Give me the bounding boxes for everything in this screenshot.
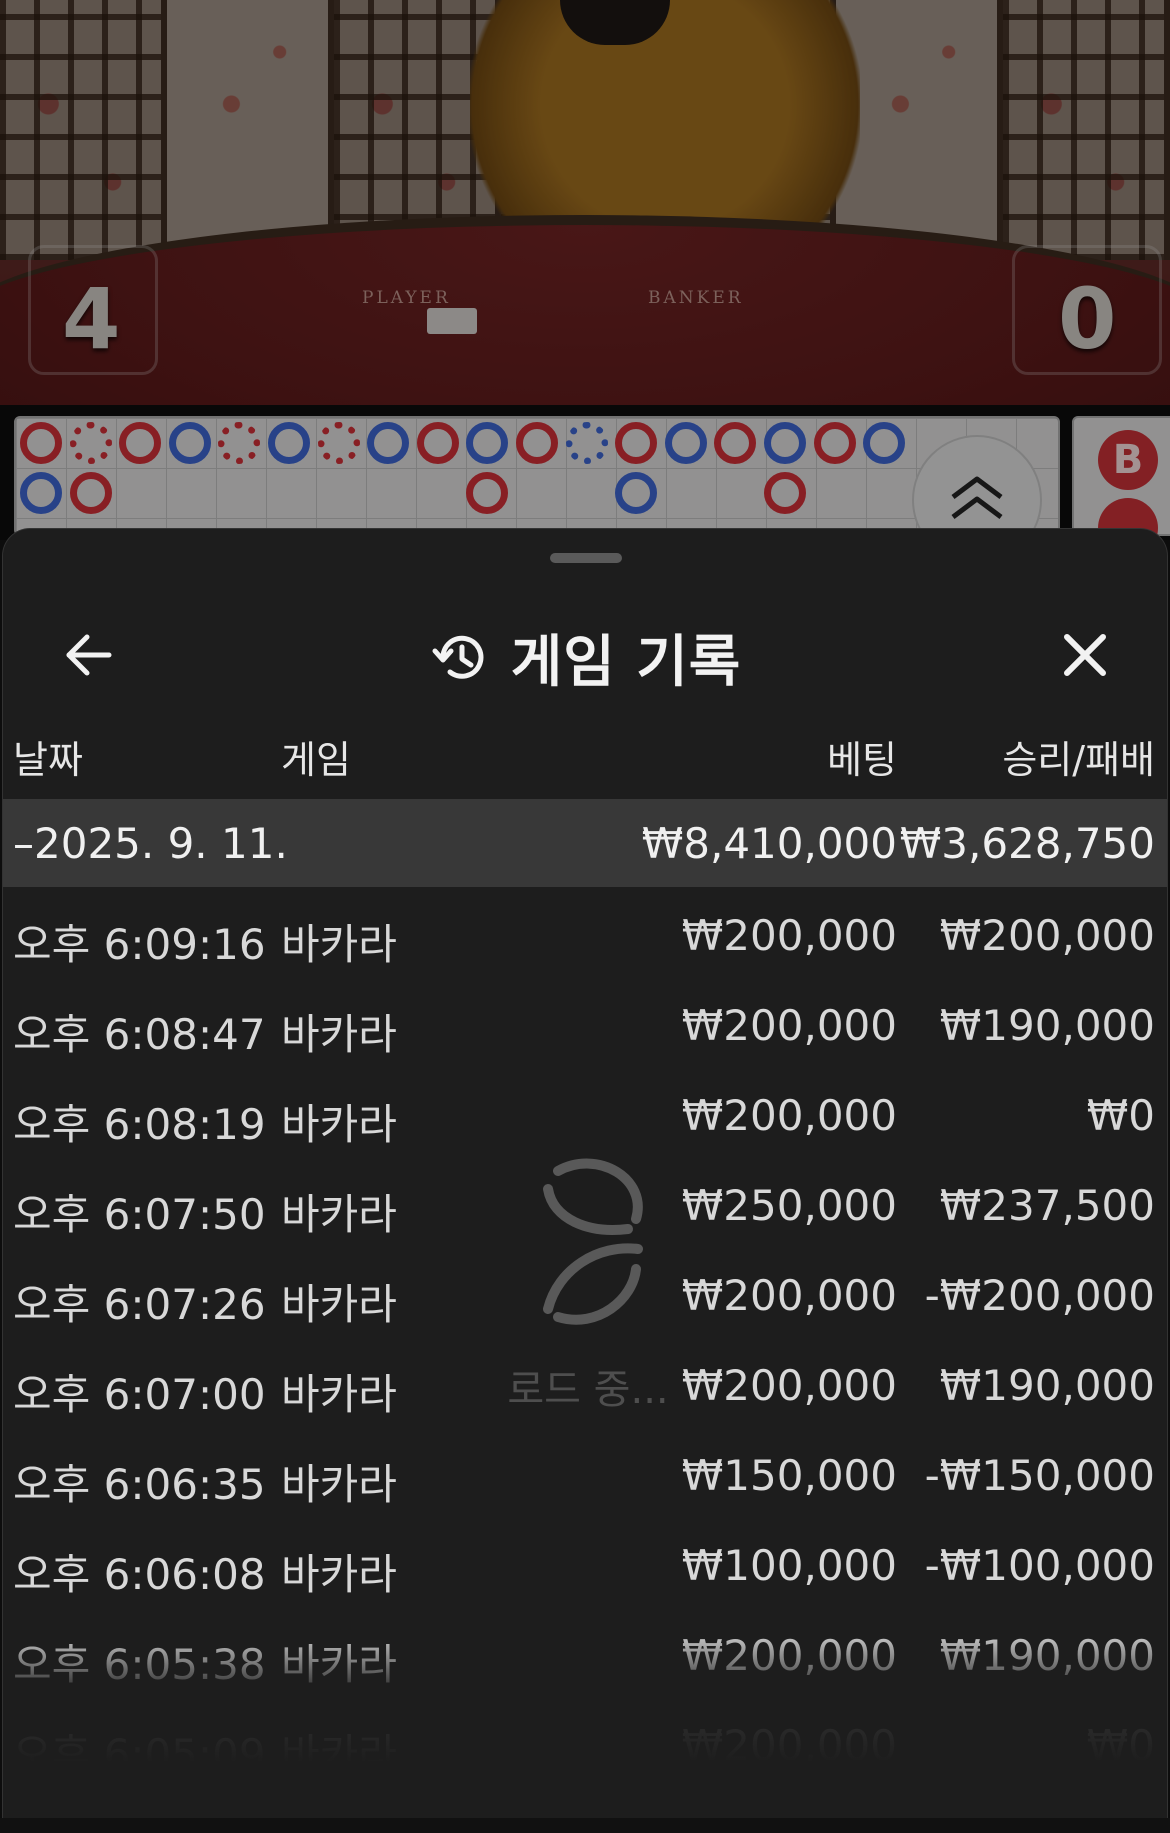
row-game: 바카라 (281, 1280, 397, 1329)
table-row[interactable]: 오후 6:06:08 바카라 ₩100,000 -₩100,000 (3, 1517, 1167, 1607)
bead (168, 422, 211, 464)
row-bet: ₩150,000 (681, 1451, 897, 1500)
row-time: 오후 6:07:00 (13, 1370, 266, 1419)
bead (119, 422, 162, 464)
row-time: 오후 6:06:35 (13, 1460, 266, 1509)
row-game: 바카라 (281, 1460, 397, 1509)
row-game: 바카라 (281, 920, 397, 969)
bead (813, 422, 856, 464)
bead (466, 422, 509, 464)
bead (268, 422, 310, 464)
row-win-loss: ₩237,500 (939, 1181, 1155, 1230)
row-time: 오후 6:07:50 (13, 1190, 266, 1239)
drag-handle[interactable] (550, 553, 622, 563)
sheet-header: 게임 기록 (3, 589, 1167, 719)
table-row[interactable]: 오후 6:08:47 바카라 ₩200,000 ₩190,000 (3, 977, 1167, 1067)
row-win-loss: ₩190,000 (939, 1361, 1155, 1410)
row-time: 오후 6:07:26 (13, 1280, 266, 1329)
table-row[interactable]: 오후 6:09:16 바카라 ₩200,000 ₩200,000 (3, 887, 1167, 977)
player-score: 4 (62, 270, 121, 368)
history-icon (432, 635, 484, 679)
bead (69, 422, 112, 464)
row-game: 바카라 (281, 1190, 397, 1239)
bead (764, 422, 806, 464)
live-video: PLAYER BANKER 4 0 (0, 0, 1170, 405)
loading-indicator: 로드 중... (483, 1149, 693, 1439)
bead (714, 422, 757, 464)
row-win-loss: ₩0 (1086, 1091, 1155, 1140)
summary-win-loss-total: ₩3,628,750 (899, 819, 1155, 868)
bottom-bar (0, 1818, 1170, 1833)
table-row[interactable]: 오후 6:06:35 바카라 ₩150,000 -₩150,000 (3, 1427, 1167, 1517)
banker-label: BANKER (648, 288, 744, 308)
screen-panel (1002, 0, 1170, 260)
double-chevron-up-icon (951, 476, 1003, 519)
row-time: 오후 6:06:08 (13, 1550, 266, 1599)
bead (466, 472, 509, 514)
screen-panel (835, 0, 1003, 260)
row-bet: ₩200,000 (681, 1091, 897, 1140)
row-bet: ₩200,000 (681, 1001, 897, 1050)
player-label: PLAYER (362, 288, 451, 308)
row-win-loss: -₩200,000 (924, 1271, 1155, 1320)
baccarat-table (0, 215, 1170, 405)
row-win-loss: ₩200,000 (939, 911, 1155, 960)
column-win-loss: 승리/패배 (1002, 738, 1155, 782)
close-button[interactable] (1049, 619, 1121, 691)
app-root: PLAYER BANKER 4 0 B 게임 기록 날짜 게임 베팅 승리/패배… (0, 0, 1170, 1833)
screen-panel (167, 0, 335, 260)
column-bet: 베팅 (827, 738, 897, 782)
game-history-sheet: 게임 기록 날짜 게임 베팅 승리/패배 –2025. 9. 11. ₩8,41… (2, 528, 1168, 1818)
bead (764, 472, 806, 514)
row-bet: ₩100,000 (681, 1541, 897, 1590)
sheet-title-group: 게임 기록 (3, 617, 1167, 698)
row-time: 오후 6:08:19 (13, 1100, 266, 1149)
screen-panel (0, 0, 168, 260)
table-card (427, 308, 477, 334)
bead (416, 422, 459, 464)
banker-chip: B (1098, 430, 1158, 490)
spinner-icon (543, 1158, 643, 1325)
bead (218, 422, 261, 464)
row-bet: ₩250,000 (681, 1181, 897, 1230)
bead-road[interactable] (14, 416, 1060, 536)
summary-date: –2025. 9. 11. (13, 819, 288, 868)
sheet-title: 게임 기록 (510, 630, 742, 695)
row-time: 오후 6:09:16 (13, 920, 266, 969)
row-win-loss: -₩150,000 (924, 1451, 1155, 1500)
column-headers: 날짜 게임 베팅 승리/패배 (3, 719, 1167, 791)
bead (317, 422, 360, 464)
row-game: 바카라 (281, 1100, 397, 1149)
bead (615, 422, 658, 464)
bead (615, 472, 658, 514)
date-summary-row[interactable]: –2025. 9. 11. ₩8,410,000 ₩3,628,750 (3, 799, 1167, 887)
bead (516, 422, 558, 464)
row-time: 오후 6:08:47 (13, 1010, 266, 1059)
table-row[interactable]: 오후 6:08:19 바카라 ₩200,000 ₩0 (3, 1067, 1167, 1157)
column-game: 게임 (281, 738, 351, 782)
bead (69, 472, 112, 514)
banker-score: 0 (1058, 270, 1117, 368)
bead (863, 422, 906, 464)
row-game: 바카라 (281, 1550, 397, 1599)
row-win-loss: ₩190,000 (939, 1001, 1155, 1050)
close-icon (1064, 634, 1106, 676)
column-date: 날짜 (13, 738, 83, 782)
loading-text: 로드 중... (507, 1367, 669, 1413)
big-road[interactable]: B (1072, 416, 1170, 558)
row-bet: ₩200,000 (681, 911, 897, 960)
bead (565, 422, 608, 464)
row-game: 바카라 (281, 1010, 397, 1059)
bead (20, 422, 62, 464)
bead (20, 472, 62, 514)
row-bet: ₩200,000 (681, 1361, 897, 1410)
row-bet: ₩200,000 (681, 1271, 897, 1320)
summary-bet-total: ₩8,410,000 (641, 819, 897, 868)
row-win-loss: -₩100,000 (924, 1541, 1155, 1590)
bead (664, 422, 707, 464)
row-game: 바카라 (281, 1370, 397, 1419)
list-fade (3, 1629, 1167, 1818)
bead (367, 422, 410, 464)
